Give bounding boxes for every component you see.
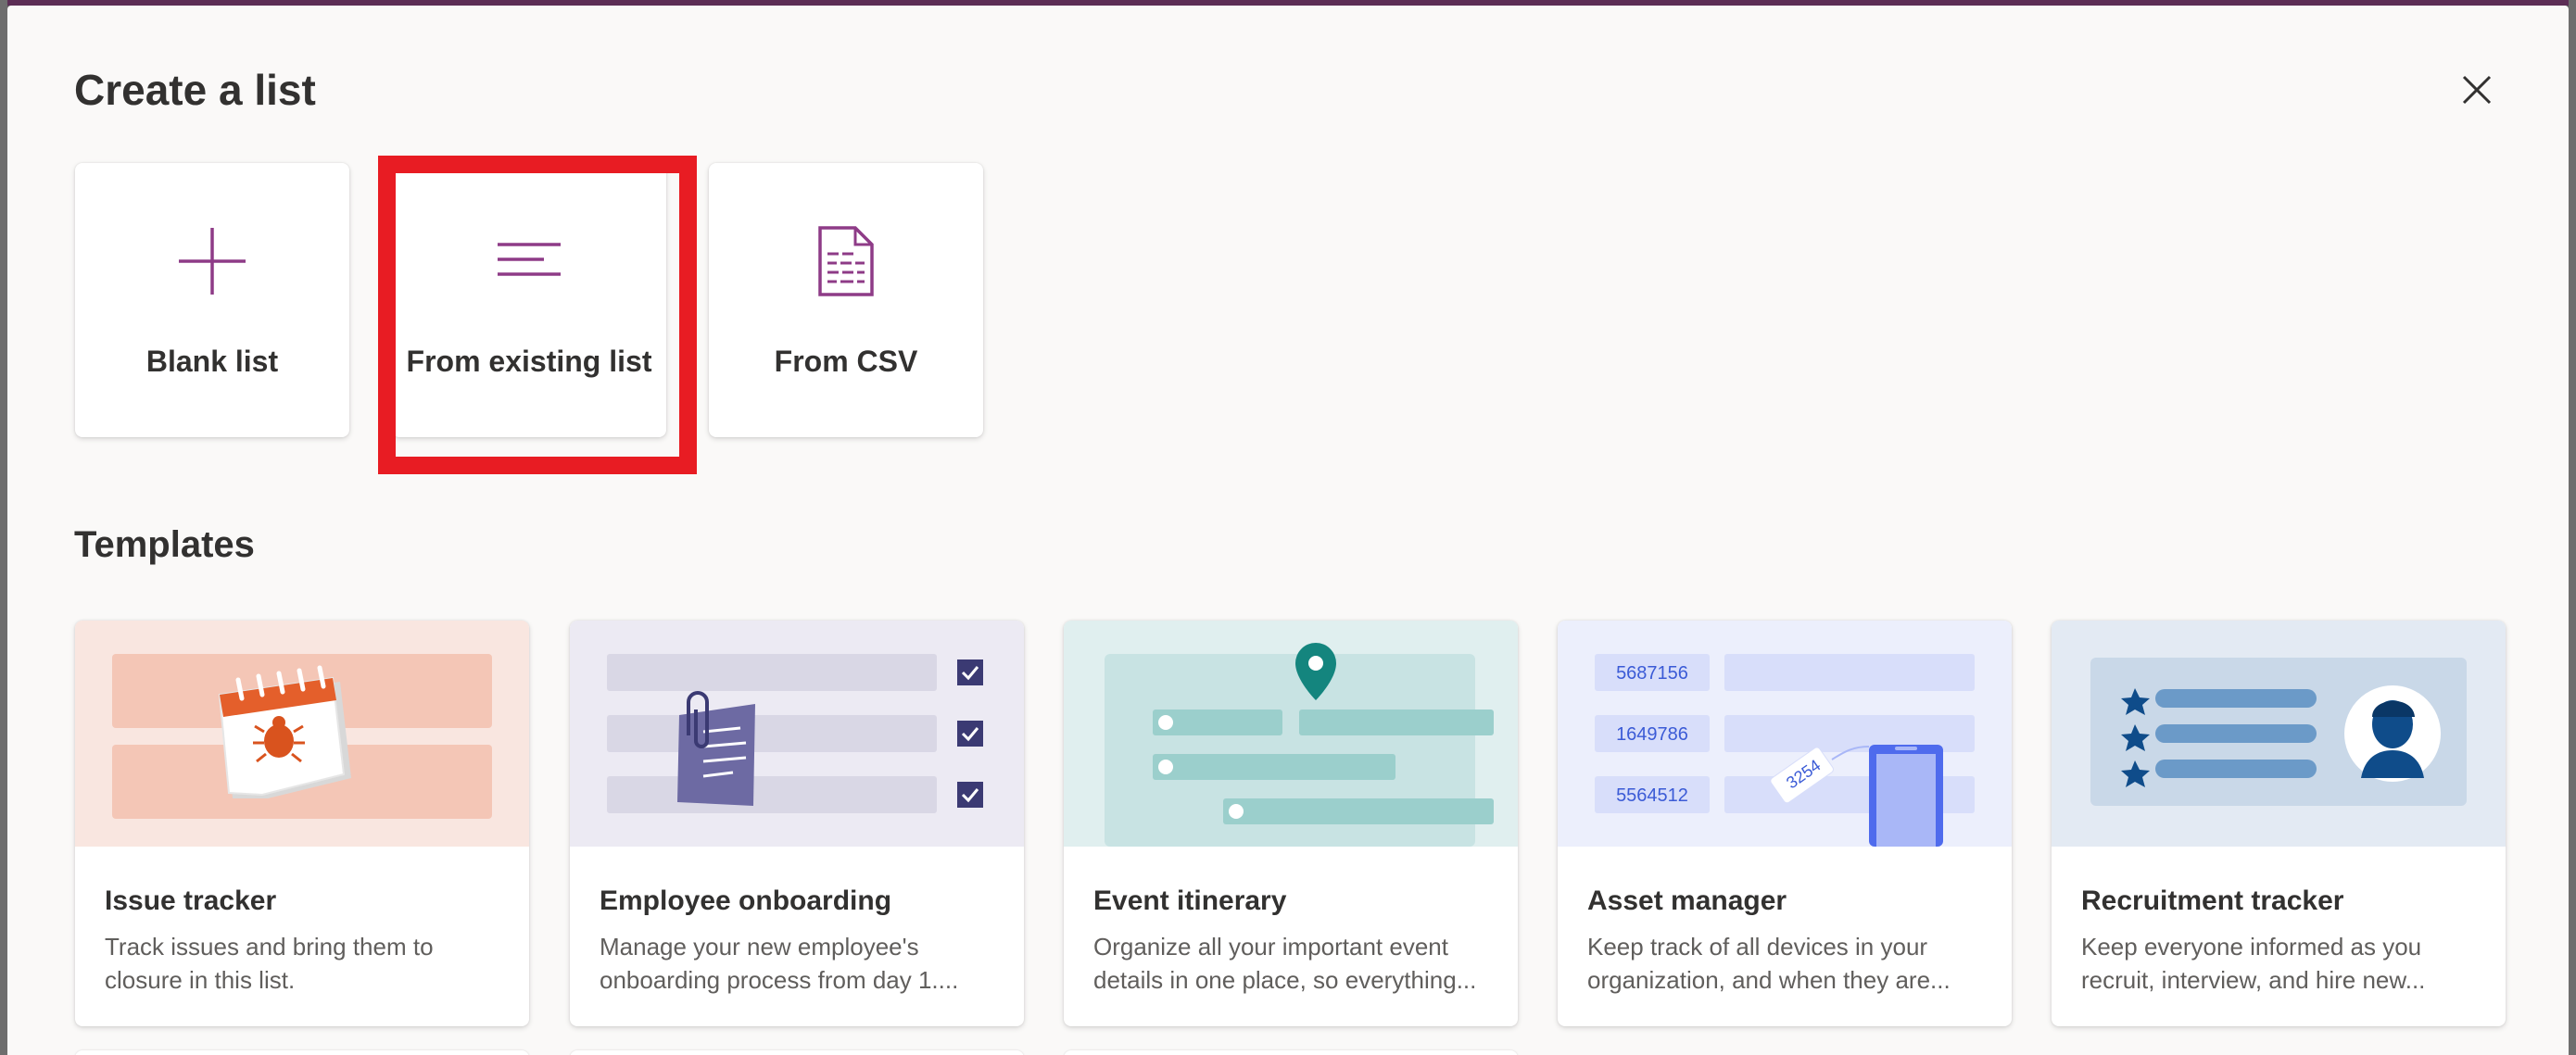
from-existing-list-option[interactable]: From existing list [392, 163, 666, 437]
templates-heading: Templates [74, 524, 255, 565]
dialog-title: Create a list [74, 66, 316, 114]
template-card-next-row[interactable] [570, 1050, 1024, 1055]
asset-manager-thumbnail: 5687156 1649786 5564512 3254 [1558, 621, 2012, 847]
template-title: Recruitment tracker [2081, 885, 2344, 916]
blank-list-label: Blank list [145, 345, 279, 378]
checkbox-icons [957, 659, 983, 808]
recruitment-tracker-thumbnail [2052, 621, 2506, 847]
template-title: Employee onboarding [600, 885, 892, 916]
template-recruitment-tracker[interactable]: Recruitment tracker Keep everyone inform… [2052, 621, 2506, 1026]
template-description: Keep everyone informed as you recruit, i… [2081, 933, 2426, 994]
issue-tracker-thumbnail [75, 621, 529, 847]
person-avatar-icon [2344, 685, 2441, 782]
asset-id-3: 5564512 [1616, 785, 1688, 806]
template-description: Organize all your important event detail… [1093, 933, 1477, 994]
template-description: Manage your new employee's onboarding pr… [600, 933, 959, 994]
clipped-note-icon [677, 691, 755, 806]
event-itinerary-thumbnail [1064, 621, 1518, 847]
template-title: Issue tracker [105, 885, 277, 916]
template-issue-tracker[interactable]: Issue tracker Track issues and bring the… [75, 621, 529, 1026]
from-existing-list-label: From existing list [406, 345, 652, 378]
csv-document-icon [818, 226, 874, 296]
create-list-dialog: Create a list Blank list From existing l… [7, 6, 2569, 1055]
template-card-next-row[interactable] [1064, 1050, 1518, 1055]
template-title: Event itinerary [1093, 885, 1287, 916]
close-button[interactable] [2454, 67, 2500, 113]
plus-icon [179, 228, 246, 295]
from-csv-option[interactable]: From CSV [709, 163, 983, 437]
blank-list-option[interactable]: Blank list [75, 163, 349, 437]
backdrop-left [0, 0, 7, 1055]
close-icon [2462, 75, 2492, 105]
asset-id-2: 1649786 [1616, 724, 1688, 745]
template-description: Keep track of all devices in your organi… [1587, 933, 1951, 994]
calendar-bug-icon [218, 665, 351, 798]
template-title: Asset manager [1587, 885, 1787, 916]
asset-id-1: 5687156 [1616, 663, 1688, 684]
template-asset-manager[interactable]: 5687156 1649786 5564512 3254 Asset manag… [1558, 621, 2012, 1026]
backdrop-right [2569, 0, 2576, 1055]
lines-icon [498, 243, 561, 276]
employee-onboarding-thumbnail [570, 621, 1024, 847]
template-description: Track issues and bring them to closure i… [105, 933, 434, 994]
from-csv-label: From CSV [774, 345, 918, 378]
template-employee-onboarding[interactable]: Employee onboarding Manage your new empl… [570, 621, 1024, 1026]
template-event-itinerary[interactable]: Event itinerary Organize all your import… [1064, 621, 1518, 1026]
template-card-next-row[interactable] [75, 1050, 529, 1055]
